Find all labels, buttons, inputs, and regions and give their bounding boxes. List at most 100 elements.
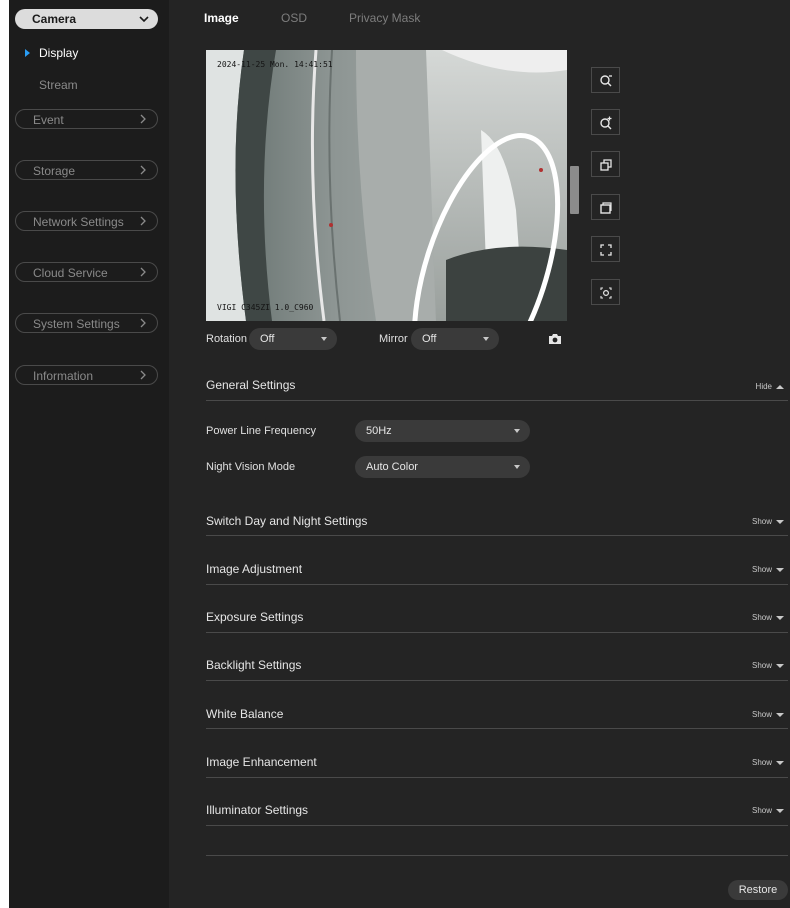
fullscreen-button[interactable] xyxy=(591,236,620,262)
zoom-out-icon xyxy=(600,75,612,87)
image-adjustment-title: Image Adjustment xyxy=(206,562,303,576)
illuminator-settings-title: Illuminator Settings xyxy=(206,803,309,817)
mirror-value: Off xyxy=(422,333,437,345)
chevron-right-icon xyxy=(140,114,146,124)
tab-privacy-mask[interactable]: Privacy Mask xyxy=(349,11,420,25)
rotation-label: Rotation xyxy=(206,333,247,345)
video-side-handle[interactable] xyxy=(570,166,579,214)
window-button[interactable] xyxy=(591,194,620,220)
switch-day-night-toggle[interactable]: Show xyxy=(752,517,784,526)
sidebar-item-label: Network Settings xyxy=(33,215,124,229)
live-video-preview[interactable]: 2024-11-25 Mon. 14:41:51 VIGI C345ZI 1.0… xyxy=(206,50,567,321)
sidebar-item-network-settings[interactable]: Network Settings xyxy=(15,211,158,231)
zoom-in-button[interactable] xyxy=(591,109,620,135)
chevron-right-icon xyxy=(140,165,146,175)
toggle-label: Show xyxy=(751,661,772,670)
camera-menu-label: Camera xyxy=(32,12,77,26)
rotation-value: Off xyxy=(260,333,275,345)
dropdown-arrow-icon xyxy=(483,337,489,341)
camera-menu-button[interactable]: Camera xyxy=(15,9,158,29)
rotation-select[interactable]: Off xyxy=(249,328,337,350)
section-divider xyxy=(206,632,788,633)
illuminator-settings-toggle[interactable]: Show xyxy=(752,806,784,815)
sidebar-item-event[interactable]: Event xyxy=(15,109,158,129)
exposure-settings-title: Exposure Settings xyxy=(206,610,304,624)
focus-target-icon xyxy=(600,287,612,299)
night-vision-mode-select[interactable]: Auto Color xyxy=(355,456,530,478)
section-divider xyxy=(206,825,788,826)
dropdown-arrow-icon xyxy=(514,465,520,469)
sidebar-item-cloud-service[interactable]: Cloud Service xyxy=(15,262,158,282)
focus-target-button[interactable] xyxy=(591,279,620,305)
section-divider xyxy=(206,680,788,681)
toggle-label: Show xyxy=(751,613,772,622)
image-adjustment-toggle[interactable]: Show xyxy=(752,565,784,574)
sidebar-item-label: Storage xyxy=(33,164,76,178)
mirror-label: Mirror xyxy=(379,333,408,345)
restore-window-button[interactable] xyxy=(591,151,620,177)
sidebar-item-label: System Settings xyxy=(33,317,120,331)
tab-osd[interactable]: OSD xyxy=(281,11,307,25)
app-window: Camera Display Stream Event Storage Netw… xyxy=(9,0,790,908)
sidebar-item-label: Event xyxy=(33,113,64,127)
general-settings-title: General Settings xyxy=(206,378,296,392)
sidebar-item-storage[interactable]: Storage xyxy=(15,160,158,180)
dropdown-arrow-icon xyxy=(321,337,327,341)
snapshot-camera-icon[interactable] xyxy=(548,333,562,345)
caret-down-icon xyxy=(776,808,784,813)
section-divider xyxy=(206,400,788,401)
caret-down-icon xyxy=(776,663,784,668)
caret-down-icon xyxy=(776,712,784,717)
toggle-label: Show xyxy=(751,565,772,574)
chevron-right-icon xyxy=(140,216,146,226)
general-settings-toggle[interactable]: Hide xyxy=(756,382,784,391)
active-indicator-icon xyxy=(25,49,30,57)
restore-window-icon xyxy=(600,159,612,171)
video-camera-name: VIGI C345ZI 1.0_C960 xyxy=(217,303,314,312)
toggle-label: Show xyxy=(751,758,772,767)
white-balance-title: White Balance xyxy=(206,707,284,721)
sidebar-item-label: Cloud Service xyxy=(33,266,108,280)
toggle-label: Hide xyxy=(755,382,772,391)
fisheye-scene-image xyxy=(206,50,567,321)
power-line-frequency-label: Power Line Frequency xyxy=(206,425,317,437)
image-enhancement-title: Image Enhancement xyxy=(206,755,317,769)
caret-down-icon xyxy=(776,760,784,765)
mirror-select[interactable]: Off xyxy=(411,328,499,350)
sidebar-item-stream[interactable]: Stream xyxy=(39,78,78,92)
sidebar-item-label: Stream xyxy=(39,78,78,92)
sidebar-item-label: Information xyxy=(33,369,94,383)
chevron-down-icon xyxy=(139,16,149,23)
tab-image[interactable]: Image xyxy=(204,11,239,25)
section-divider xyxy=(206,728,788,729)
power-line-frequency-value: 50Hz xyxy=(366,425,392,437)
toggle-label: Show xyxy=(751,806,772,815)
footer-divider xyxy=(206,855,788,856)
chevron-right-icon xyxy=(140,318,146,328)
fullscreen-icon xyxy=(600,244,612,256)
white-balance-toggle[interactable]: Show xyxy=(752,710,784,719)
caret-up-icon xyxy=(776,384,784,389)
sidebar-item-label: Display xyxy=(39,46,79,60)
sidebar-item-information[interactable]: Information xyxy=(15,365,158,385)
sidebar-item-system-settings[interactable]: System Settings xyxy=(15,313,158,333)
dropdown-arrow-icon xyxy=(514,429,520,433)
night-vision-mode-label: Night Vision Mode xyxy=(206,461,296,473)
caret-down-icon xyxy=(776,519,784,524)
window-icon xyxy=(600,202,612,214)
backlight-settings-title: Backlight Settings xyxy=(206,658,302,672)
chevron-right-icon xyxy=(140,267,146,277)
caret-down-icon xyxy=(776,567,784,572)
restore-button[interactable]: Restore xyxy=(728,880,788,900)
image-enhancement-toggle[interactable]: Show xyxy=(752,758,784,767)
toggle-label: Show xyxy=(751,710,772,719)
zoom-in-icon xyxy=(600,116,612,130)
zoom-out-button[interactable] xyxy=(591,67,620,93)
chevron-right-icon xyxy=(140,370,146,380)
power-line-frequency-select[interactable]: 50Hz xyxy=(355,420,530,442)
exposure-settings-toggle[interactable]: Show xyxy=(752,613,784,622)
backlight-settings-toggle[interactable]: Show xyxy=(752,661,784,670)
night-vision-mode-value: Auto Color xyxy=(366,461,418,473)
caret-down-icon xyxy=(776,615,784,620)
toggle-label: Show xyxy=(751,517,772,526)
